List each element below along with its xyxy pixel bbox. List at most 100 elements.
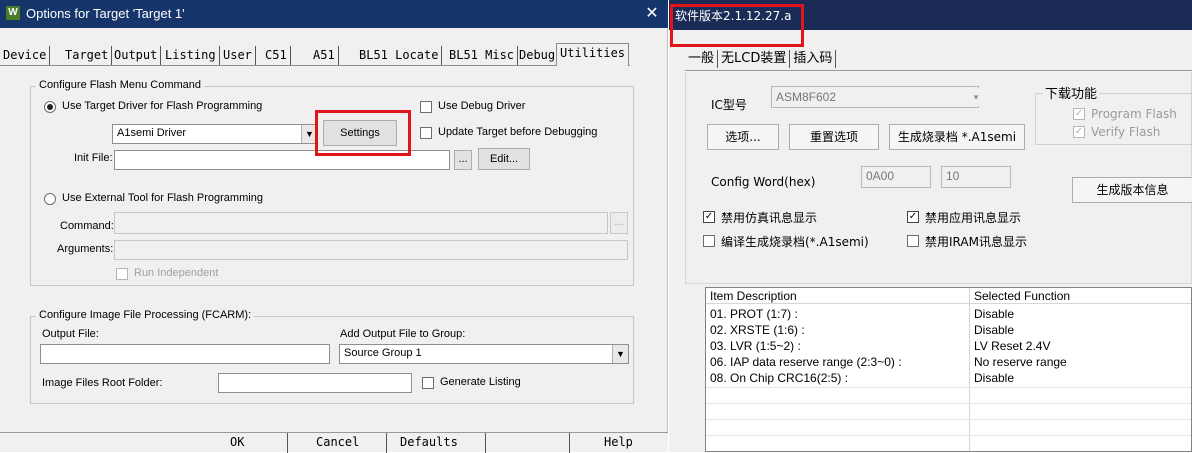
a1semi-settings-panel: 软件版本2.1.12.27.a 一般 无LCD装置 插入码 IC型号 ASM8F60… <box>669 0 1192 452</box>
flash-driver-select[interactable]: A1semi Driver <box>112 124 318 144</box>
tab-debug[interactable]: Debug <box>516 46 560 65</box>
output-group-select[interactable]: Source Group 1 <box>339 344 629 364</box>
tab-user[interactable]: User <box>220 46 256 65</box>
options-button[interactable]: 选项... <box>707 124 779 150</box>
run-independent-label: Run Independent <box>134 267 219 279</box>
table-row[interactable]: 03. LVR (1:5~2) : LV Reset 2.4V <box>706 339 1191 353</box>
tab-bl51-misc[interactable]: BL51 Misc <box>446 46 519 65</box>
disable-app-msg-checkbox[interactable]: ✓ <box>907 211 919 223</box>
use-target-driver-radio[interactable] <box>44 101 56 113</box>
tab-output[interactable]: Output <box>111 46 162 65</box>
verify-flash-checkbox[interactable]: ✓ <box>1073 126 1085 138</box>
ok-button[interactable]: OK <box>230 435 244 449</box>
tab-target[interactable]: Target <box>62 46 113 65</box>
button-separator <box>386 433 387 453</box>
use-debug-driver-checkbox[interactable] <box>420 101 432 113</box>
ic-model-select[interactable]: ASM8F602 <box>771 86 979 108</box>
init-file-input[interactable] <box>114 150 450 170</box>
ic-model-label: IC型号 <box>711 98 747 112</box>
config-word-byte1[interactable]: 0A00 <box>861 166 931 188</box>
grid-line <box>706 435 1191 436</box>
command-browse-button[interactable]: ... <box>610 212 628 234</box>
config-word-byte2[interactable]: 10 <box>941 166 1011 188</box>
settings-button[interactable]: Settings <box>323 120 397 146</box>
update-target-label: Update Target before Debugging <box>438 126 598 138</box>
tab-a51[interactable]: A51 <box>310 46 339 65</box>
dialog-title: Options for Target 'Target 1' <box>26 6 185 21</box>
selected-function[interactable]: LV Reset 2.4V <box>974 339 1051 353</box>
table-header-item[interactable]: Item Description <box>710 289 797 303</box>
init-file-edit-button[interactable]: Edit... <box>478 148 530 170</box>
disable-emu-msg-checkbox[interactable]: ✓ <box>703 211 715 223</box>
table-row[interactable]: 01. PROT (1:7) : Disable <box>706 307 1191 321</box>
compile-generate-checkbox[interactable] <box>703 235 715 247</box>
tab-general[interactable]: 一般 <box>685 50 719 68</box>
run-independent-checkbox[interactable] <box>116 268 128 280</box>
table-row[interactable]: 06. IAP data reserve range (2:3~0) : No … <box>706 355 1191 369</box>
chevron-down-icon[interactable]: ▼ <box>301 125 317 143</box>
tab-listing[interactable]: Listing <box>162 46 220 65</box>
selected-function[interactable]: Disable <box>974 307 1014 321</box>
help-button[interactable]: Help <box>604 435 633 449</box>
command-input[interactable] <box>114 212 608 234</box>
use-external-tool-label: Use External Tool for Flash Programming <box>62 192 263 204</box>
update-target-checkbox[interactable] <box>420 127 432 139</box>
grid-line <box>706 403 1191 404</box>
disable-iram-msg-label: 禁用IRAM讯息显示 <box>925 235 1027 249</box>
disable-app-msg-label: 禁用应用讯息显示 <box>925 211 1022 225</box>
generate-version-info-button[interactable]: 生成版本信息 <box>1072 177 1192 203</box>
use-external-tool-radio[interactable] <box>44 193 56 205</box>
tab-utilities[interactable]: Utilities <box>556 43 630 66</box>
table-row[interactable]: 08. On Chip CRC16(2:5) : Disable <box>706 371 1191 385</box>
generate-listing-checkbox[interactable] <box>422 377 434 389</box>
program-flash-label: Program Flash <box>1091 107 1177 121</box>
selected-function[interactable]: No reserve range <box>974 355 1067 369</box>
uvision-app-icon: W <box>6 6 20 20</box>
tab-divider <box>685 70 1192 71</box>
output-group-value: Source Group 1 <box>344 347 422 359</box>
init-file-label: Init File: <box>74 152 113 164</box>
disable-iram-msg-checkbox[interactable] <box>907 235 919 247</box>
generate-burn-file-button[interactable]: 生成烧录档 *.A1semi <box>889 124 1025 150</box>
use-target-driver-label: Use Target Driver for Flash Programming <box>62 100 263 112</box>
close-icon[interactable]: ✕ <box>640 3 664 25</box>
program-flash-checkbox[interactable]: ✓ <box>1073 108 1085 120</box>
panel-titlebar: 软件版本2.1.12.27.a <box>669 0 1192 30</box>
add-output-group-label: Add Output File to Group: <box>340 328 466 340</box>
defaults-button[interactable]: Defaults <box>400 435 458 449</box>
grid-line <box>706 419 1191 420</box>
selected-function[interactable]: Disable <box>974 323 1014 337</box>
compile-generate-label: 编译生成烧录档(*.A1semi) <box>721 235 869 249</box>
arguments-input[interactable] <box>114 240 628 260</box>
tab-insert-code[interactable]: 插入码 <box>790 50 837 68</box>
chevron-down-icon[interactable]: ▾ <box>968 88 984 106</box>
table-header-function[interactable]: Selected Function <box>974 289 1070 303</box>
chevron-down-icon[interactable]: ▼ <box>612 345 628 363</box>
generate-listing-label: Generate Listing <box>440 376 521 388</box>
button-separator <box>485 433 486 453</box>
arguments-label: Arguments: <box>57 243 114 255</box>
option-table: Item Description Selected Function 01. P… <box>705 287 1192 452</box>
selected-function[interactable]: Disable <box>974 371 1014 385</box>
item-description: 02. XRSTE (1:6) : <box>710 323 805 337</box>
button-separator <box>287 433 288 453</box>
config-word-label: Config Word(hex) <box>711 175 816 189</box>
output-file-input[interactable] <box>40 344 330 364</box>
tab-device[interactable]: Device <box>0 46 51 65</box>
item-description: 08. On Chip CRC16(2:5) : <box>710 371 849 385</box>
options-dialog: W Options for Target 'Target 1' ✕ Device… <box>0 0 668 453</box>
cancel-button[interactable]: Cancel <box>316 435 359 449</box>
tab-c51[interactable]: C51 <box>262 46 291 65</box>
panel-tabbar: 一般 无LCD装置 插入码 <box>685 50 837 70</box>
tab-no-lcd[interactable]: 无LCD装置 <box>718 50 791 68</box>
init-file-browse-button[interactable]: ... <box>454 150 472 170</box>
tab-bl51-locate[interactable]: BL51 Locate <box>356 46 443 65</box>
flash-driver-value: A1semi Driver <box>117 127 187 139</box>
root-folder-input[interactable] <box>218 373 412 393</box>
table-row[interactable]: 02. XRSTE (1:6) : Disable <box>706 323 1191 337</box>
item-description: 03. LVR (1:5~2) : <box>710 339 801 353</box>
disable-emu-msg-label: 禁用仿真讯息显示 <box>721 211 818 225</box>
reset-options-button[interactable]: 重置选项 <box>789 124 879 150</box>
dialog-titlebar: W Options for Target 'Target 1' ✕ <box>0 0 668 28</box>
verify-flash-label: Verify Flash <box>1091 125 1161 139</box>
